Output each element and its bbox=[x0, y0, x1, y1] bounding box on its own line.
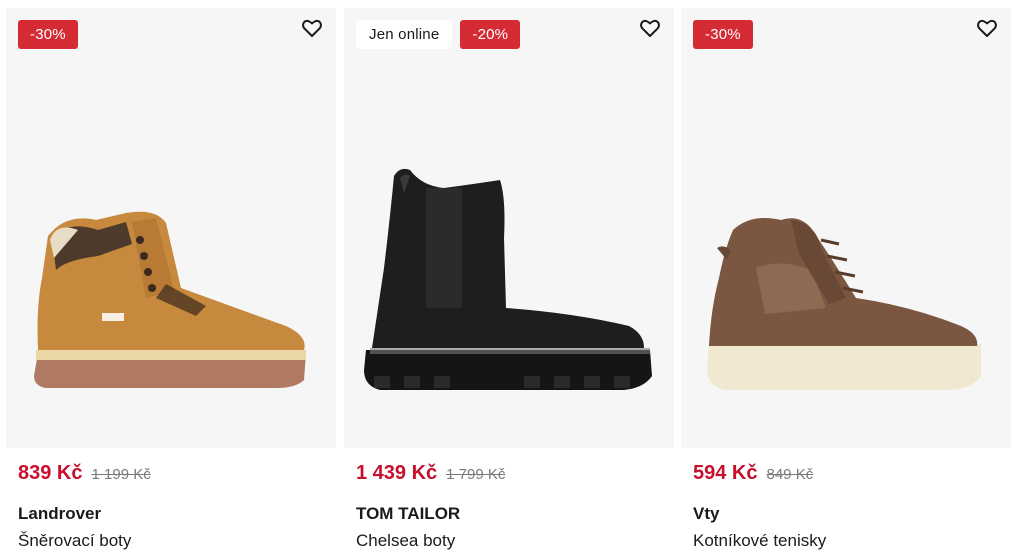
product-image-area[interactable]: -30% bbox=[6, 8, 336, 448]
badge-group: Jen online -20% bbox=[356, 20, 521, 49]
heart-outline-icon bbox=[640, 19, 660, 37]
original-price: 1 799 Kč bbox=[446, 466, 506, 483]
original-price: 849 Kč bbox=[766, 466, 814, 483]
online-only-badge: Jen online bbox=[356, 20, 453, 49]
discount-badge: -30% bbox=[693, 20, 753, 49]
product-card[interactable]: -30% 839 Kč 1 199 Kč Landrover Šněrovací… bbox=[6, 8, 336, 556]
badge-group: -30% bbox=[693, 20, 753, 49]
price-row: 594 Kč 849 Kč bbox=[681, 462, 1011, 485]
current-price: 594 Kč bbox=[693, 462, 758, 484]
favorite-button[interactable] bbox=[975, 16, 999, 40]
product-image-tan-boot bbox=[34, 211, 306, 388]
favorite-button[interactable] bbox=[638, 16, 662, 40]
product-type[interactable]: Kotníkové tenisky bbox=[681, 531, 1011, 551]
current-price: 839 Kč bbox=[18, 462, 83, 484]
product-grid: -30% 839 Kč 1 199 Kč Landrover Šněrovací… bbox=[0, 0, 1018, 560]
product-brand[interactable]: Landrover bbox=[6, 504, 336, 524]
product-type[interactable]: Chelsea boty bbox=[344, 531, 674, 551]
price-row: 839 Kč 1 199 Kč bbox=[6, 462, 336, 485]
product-card[interactable]: Jen online -20% 1 439 Kč 1 799 Kč TOM TA… bbox=[344, 8, 674, 556]
product-card[interactable]: -30% 594 Kč 849 Kč Vty Kotníkové tenisky bbox=[681, 8, 1011, 556]
badge-group: -30% bbox=[18, 20, 78, 49]
product-type[interactable]: Šněrovací boty bbox=[6, 531, 336, 551]
original-price: 1 199 Kč bbox=[91, 466, 151, 483]
price-row: 1 439 Kč 1 799 Kč bbox=[344, 462, 674, 485]
product-brand[interactable]: Vty bbox=[681, 504, 1011, 524]
product-image-area[interactable]: -30% bbox=[681, 8, 1011, 448]
favorite-button[interactable] bbox=[300, 16, 324, 40]
heart-outline-icon bbox=[302, 19, 322, 37]
current-price: 1 439 Kč bbox=[356, 462, 438, 484]
product-image-area[interactable]: Jen online -20% bbox=[344, 8, 674, 448]
product-brand[interactable]: TOM TAILOR bbox=[344, 504, 674, 524]
discount-badge: -30% bbox=[18, 20, 78, 49]
product-image-black-chelsea-boot bbox=[364, 168, 652, 390]
product-image-brown-sneaker bbox=[707, 217, 981, 390]
discount-badge: -20% bbox=[460, 20, 521, 49]
heart-outline-icon bbox=[977, 19, 997, 37]
